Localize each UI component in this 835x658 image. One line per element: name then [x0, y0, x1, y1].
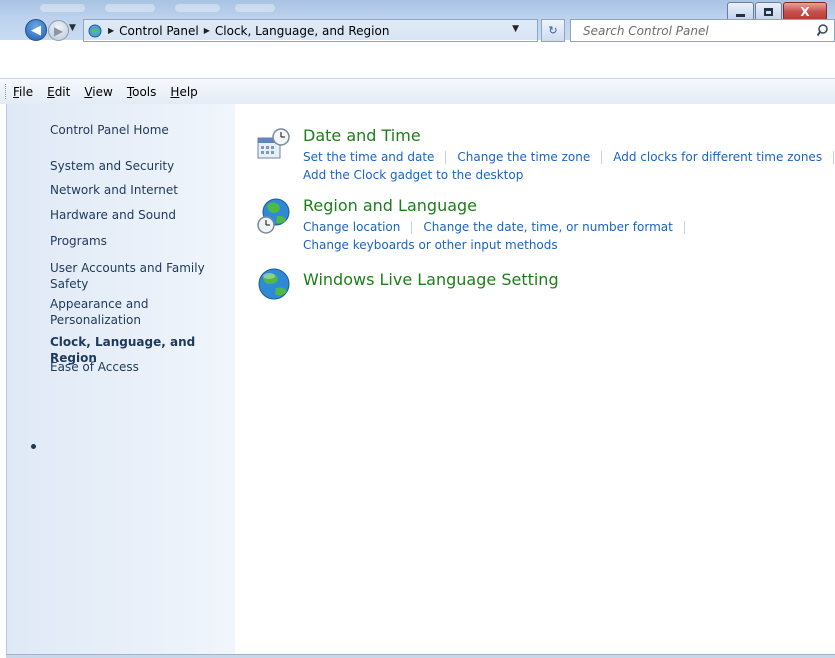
- task-separator: [601, 151, 603, 164]
- sidebar-item-control-panel-home[interactable]: Control Panel Home: [50, 122, 230, 138]
- task-set-time-and-date[interactable]: Set the time and date: [303, 150, 434, 164]
- calendar-clock-icon[interactable]: [255, 126, 295, 166]
- refresh-button[interactable]: ↻: [541, 19, 565, 42]
- task-row: Change location Change the date, time, o…: [303, 220, 696, 234]
- control-panel-icon: [87, 23, 103, 39]
- menu-edit-accel: E: [47, 84, 55, 99]
- recent-pages-dropdown[interactable]: ▼: [69, 23, 81, 33]
- address-bar[interactable]: ▶ Control Panel ▶ Clock, Language, and R…: [83, 19, 538, 42]
- menu-tools[interactable]: Tools: [126, 83, 158, 101]
- category-title[interactable]: Region and Language: [303, 196, 477, 215]
- menu-view-label: iew: [92, 84, 113, 99]
- maximize-icon: [764, 7, 773, 16]
- refresh-icon: ↻: [548, 24, 558, 37]
- sidebar-item-system-and-security[interactable]: System and Security: [50, 158, 230, 174]
- title-blur: [40, 4, 85, 12]
- task-row: Set the time and date Change the time zo…: [303, 150, 835, 164]
- task-change-time-zone[interactable]: Change the time zone: [457, 150, 590, 164]
- search-icon[interactable]: [817, 23, 831, 37]
- sidebar: Control Panel Home System and Security N…: [6, 104, 235, 654]
- menu-edit-label: dit: [54, 84, 71, 99]
- navigation-bar: ◀ ▶ ▼ ▶ Control Panel ▶ Clock, Language,…: [0, 17, 835, 43]
- sidebar-item-hardware-and-sound[interactable]: Hardware and Sound: [50, 207, 230, 223]
- globe-clock-icon[interactable]: [255, 196, 295, 236]
- task-row: Change keyboards or other input methods: [303, 238, 558, 252]
- menu-edit[interactable]: Edit: [46, 83, 71, 101]
- main-content: Date and Time Set the time and date Chan…: [235, 104, 835, 654]
- task-change-keyboards[interactable]: Change keyboards or other input methods: [303, 238, 558, 252]
- task-add-clock-gadget[interactable]: Add the Clock gadget to the desktop: [303, 168, 523, 182]
- task-change-format[interactable]: Change the date, time, or number format: [423, 220, 672, 234]
- menu-bar: File Edit View Tools Help: [0, 78, 835, 104]
- search-input[interactable]: [583, 23, 803, 38]
- category-title[interactable]: Windows Live Language Setting: [303, 270, 559, 289]
- menu-file[interactable]: File: [12, 83, 34, 101]
- back-arrow-icon: ◀: [31, 22, 41, 38]
- sidebar-item-network-and-internet[interactable]: Network and Internet: [50, 182, 230, 198]
- window-bottom-border: [6, 654, 835, 658]
- menu-tools-label: ools: [132, 84, 157, 99]
- globe-icon[interactable]: [255, 264, 295, 304]
- sidebar-item-programs[interactable]: Programs: [50, 233, 230, 249]
- menu-view[interactable]: View: [83, 83, 113, 101]
- back-button[interactable]: ◀: [25, 19, 47, 41]
- forward-arrow-icon: ▶: [53, 23, 64, 38]
- sidebar-item-appearance[interactable]: Appearance and Personalization: [50, 296, 180, 328]
- breadcrumb-clock-language-region[interactable]: Clock, Language, and Region: [215, 24, 390, 38]
- task-change-location[interactable]: Change location: [303, 220, 400, 234]
- task-separator: [683, 221, 685, 234]
- task-add-clocks[interactable]: Add clocks for different time zones: [613, 150, 822, 164]
- title-blur: [175, 4, 220, 12]
- breadcrumb-control-panel[interactable]: Control Panel: [119, 24, 199, 38]
- title-blur: [105, 4, 155, 12]
- address-dropdown-icon[interactable]: ▼: [512, 24, 519, 34]
- menu-help[interactable]: Help: [169, 83, 198, 101]
- task-separator: [411, 221, 413, 234]
- search-box[interactable]: [570, 19, 835, 42]
- title-blur: [235, 4, 275, 12]
- sidebar-item-ease-of-access[interactable]: Ease of Access: [50, 359, 230, 375]
- task-separator: [445, 151, 447, 164]
- task-separator: [833, 151, 835, 164]
- current-item-bullet: [31, 444, 36, 449]
- menu-file-label: ile: [19, 84, 34, 99]
- breadcrumb-arrow-icon[interactable]: ▶: [204, 26, 210, 35]
- forward-button[interactable]: ▶: [48, 20, 69, 41]
- sidebar-item-user-accounts[interactable]: User Accounts and Family Safety: [50, 260, 210, 292]
- menu-help-label: elp: [179, 84, 198, 99]
- task-row: Add the Clock gadget to the desktop: [303, 168, 523, 182]
- breadcrumb-arrow-icon[interactable]: ▶: [108, 26, 114, 35]
- category-title[interactable]: Date and Time: [303, 126, 421, 145]
